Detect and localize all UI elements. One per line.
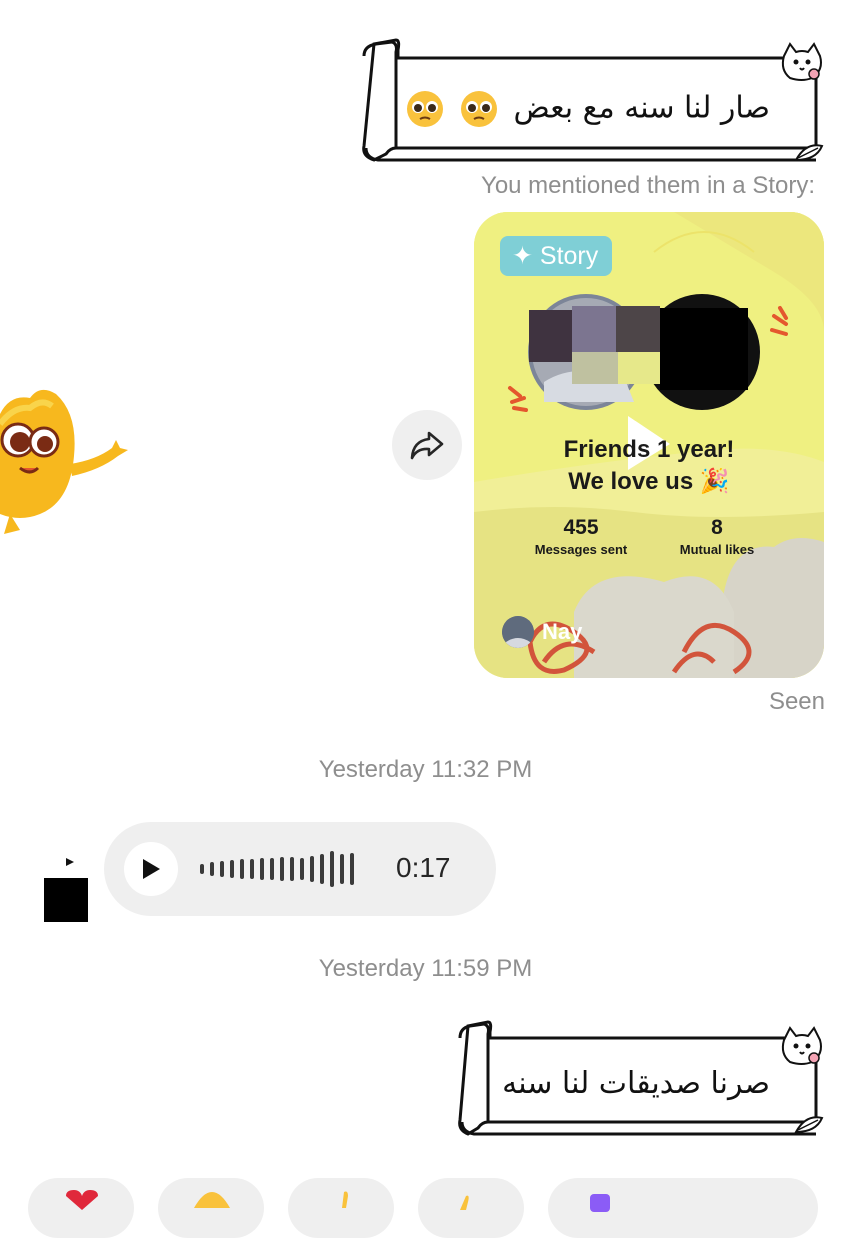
- cat-doodle-icon: [781, 1026, 822, 1065]
- seen-label: Seen: [768, 688, 825, 715]
- reaction-pill-clap[interactable]: [418, 1178, 524, 1238]
- stat-messages-sent: 455 Messages sent: [526, 516, 636, 557]
- avatar-redacted: [44, 878, 88, 922]
- sparkle-icon: [590, 1194, 610, 1212]
- play-button[interactable]: [124, 842, 178, 896]
- heart-icon: [66, 1190, 98, 1210]
- redaction-block: [572, 352, 618, 384]
- sticker-text-2: صرنا صديقات لنا سنه: [502, 1066, 770, 1101]
- stat-mutual-likes: 8 Mutual likes: [662, 516, 772, 557]
- reaction-pill-more[interactable]: [548, 1178, 818, 1238]
- avatar: [502, 616, 534, 648]
- story-mention-caption: You mentioned them in a Story:: [481, 172, 815, 199]
- smile-emoji-icon: [194, 1192, 230, 1208]
- thumbs-up-icon: [342, 1191, 348, 1208]
- story-headline-line-1: Friends 1 year!: [563, 436, 735, 463]
- leaf-doodle-icon: [794, 144, 824, 162]
- story-headline: Friends 1 year! We love us 🎉: [474, 434, 824, 498]
- story-author-name: Nay: [542, 619, 583, 644]
- play-icon: [143, 859, 160, 879]
- redaction-block: [660, 308, 748, 390]
- story-badge: ✦ Story: [500, 236, 613, 276]
- story-headline-line-2: We love us 🎉: [568, 468, 730, 495]
- voice-duration: 0:17: [396, 852, 451, 883]
- sticker-message-1[interactable]: صار لنا سنه مع بعض: [356, 36, 826, 164]
- clap-icon: [460, 1195, 469, 1210]
- reaction-pill-thumbs[interactable]: [288, 1178, 394, 1238]
- waveform: [200, 851, 354, 887]
- redaction-block: [616, 352, 660, 384]
- share-button[interactable]: [392, 410, 462, 480]
- voice-message[interactable]: 0:17: [104, 822, 496, 916]
- stat-label: Messages sent: [534, 542, 628, 557]
- reaction-pill-heart[interactable]: [28, 1178, 134, 1238]
- sticker-text-1: صار لنا سنه مع بعض: [406, 90, 770, 128]
- cat-doodle-icon: [781, 42, 822, 81]
- sticker-message-2[interactable]: صرنا صديقات لنا سنه: [454, 1020, 826, 1138]
- redaction-block: [529, 310, 574, 362]
- stat-value: 455: [563, 516, 599, 539]
- story-author[interactable]: Nay: [502, 616, 582, 648]
- small-arrow-icon: [66, 858, 74, 866]
- mascot-sticker-icon: [0, 389, 128, 534]
- redaction-block: [572, 306, 618, 354]
- stat-value: 8: [711, 516, 723, 539]
- reaction-pill-emoji[interactable]: [158, 1178, 264, 1238]
- leaf-doodle-icon: [794, 1116, 824, 1134]
- timestamp: Yesterday 11:59 PM: [318, 955, 533, 982]
- story-card[interactable]: ✦ Story Friends 1 year! We love us 🎉 455…: [474, 212, 824, 678]
- timestamp: Yesterday 11:32 PM: [318, 756, 533, 783]
- stat-label: Mutual likes: [679, 542, 755, 557]
- pleading-face-emoji-icon: [460, 91, 497, 127]
- pleading-face-emoji-icon: [407, 91, 444, 127]
- redaction-block: [616, 306, 660, 354]
- share-arrow-icon: [410, 431, 444, 460]
